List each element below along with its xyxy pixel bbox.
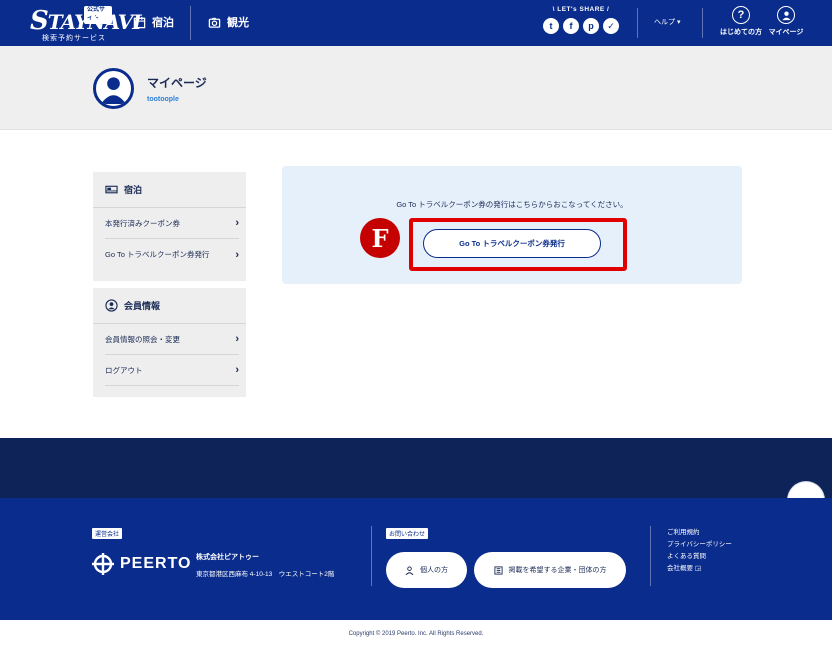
profile-banner: マイページ tootoople (0, 46, 832, 130)
share-block: \ LET's SHARE / t f p ✓ (540, 6, 622, 34)
logo-subtitle: 検索予約サービス (42, 35, 106, 42)
help-menu[interactable]: ヘルプ ▾ (654, 17, 680, 27)
chevron-right-icon: › (235, 333, 239, 345)
sidebar-item-label: ログアウト (105, 365, 143, 375)
sidebar-heading: 宿泊 (93, 172, 246, 208)
footer-divider (650, 526, 651, 586)
sidebar-item-logout[interactable]: ログアウト › (105, 355, 239, 386)
contact-individual-label: 個人の方 (420, 567, 448, 574)
logo-wordmark: STAYNAVI (30, 6, 142, 36)
sidebar-item-goto-coupon-issue[interactable]: Go To トラベルクーポン券発行 › (105, 239, 239, 270)
coupon-instruction: Go To トラベルクーポン券の発行はこちらからおこなってください。 (396, 200, 628, 209)
peerto-wordmark: PEERTO (120, 555, 192, 572)
contact-business-button[interactable]: 掲載を希望する企業・団体の方 (474, 552, 626, 588)
goto-coupon-issue-button[interactable]: Go To トラベルクーポン券発行 (423, 229, 601, 258)
annotation-marker: F (360, 218, 400, 258)
footer-link-faq[interactable]: よくある質問 (667, 551, 732, 563)
peerto-mark-icon (92, 553, 114, 575)
sidebar-item-label: 本発行済みクーポン券 (105, 218, 180, 228)
sidebar-item-member-info[interactable]: 会員情報の照会・変更 › (105, 324, 239, 355)
header-divider (702, 8, 703, 38)
chevron-right-icon: › (235, 364, 239, 376)
page-title: マイページ (147, 76, 207, 90)
person-icon (405, 565, 414, 575)
pinterest-icon[interactable]: p (583, 18, 599, 34)
nav-divider (190, 6, 191, 40)
first-time-button[interactable]: ? はじめての方 (718, 6, 764, 37)
company-name: 株式会社ピアトゥー (196, 554, 259, 561)
member-icon (105, 299, 118, 312)
first-time-label: はじめての方 (720, 29, 762, 36)
contact-business-label: 掲載を希望する企業・団体の方 (508, 567, 607, 574)
nav-sightseeing-label: 観光 (227, 17, 249, 29)
staynavi-logo[interactable]: 公式サイト STAYNAVI 検索予約サービス (30, 4, 142, 42)
share-title: \ LET's SHARE / (552, 6, 610, 13)
sidebar-heading-label: 宿泊 (124, 185, 143, 195)
sidebar-lodging: 宿泊 本発行済みクーポン券 › Go To トラベルクーポン券発行 › (93, 172, 246, 281)
footer-band (0, 438, 832, 498)
footer-link-privacy[interactable]: プライバシーポリシー (667, 539, 732, 551)
twitter-icon[interactable]: t (543, 18, 559, 34)
bed-icon (105, 185, 118, 193)
sidebar-item-label: 会員情報の照会・変更 (105, 334, 180, 344)
peerto-logo[interactable]: PEERTO (92, 553, 192, 575)
chevron-right-icon: › (235, 248, 239, 261)
calendar-icon (133, 16, 146, 28)
sidebar-heading: 会員情報 (93, 288, 246, 324)
nav-lodging[interactable]: 宿泊 (133, 14, 174, 30)
avatar (93, 68, 134, 109)
operator-tag: 運営会社 (92, 528, 123, 539)
username: tootoople (147, 96, 179, 103)
sidebar-item-label: Go To トラベルクーポン券発行 (105, 250, 210, 259)
sidebar-item-issued-coupons[interactable]: 本発行済みクーポン券 › (105, 208, 239, 239)
footer-divider (371, 526, 372, 586)
building-icon (493, 565, 503, 575)
external-link-icon: ◲ (694, 565, 701, 572)
user-icon (777, 6, 795, 24)
footer-link-company[interactable]: 会社概要 ◲ (667, 563, 732, 575)
contact-tag: お問い合わせ (386, 528, 429, 539)
sidebar-member: 会員情報 会員情報の照会・変更 › ログアウト › (93, 288, 246, 397)
header-divider (637, 8, 638, 38)
camera-icon (208, 17, 221, 28)
footer-links: ご利用規約 プライバシーポリシー よくある質問 会社概要 ◲ (667, 527, 732, 575)
mypage-button[interactable]: マイページ (766, 6, 806, 37)
mypage-label: マイページ (768, 29, 804, 36)
nav-sightseeing[interactable]: 観光 (208, 14, 249, 30)
chevron-right-icon: › (235, 217, 239, 229)
nav-lodging-label: 宿泊 (152, 17, 174, 29)
copyright: Copyright © 2019 Peerto. Inc. All Rights… (348, 631, 484, 637)
pocket-icon[interactable]: ✓ (603, 18, 619, 34)
footer: 運営会社 PEERTO 株式会社ピアトゥー 東京都港区西麻布 4-10-13 ウ… (0, 498, 832, 620)
sidebar-heading-label: 会員情報 (124, 301, 161, 311)
contact-individual-button[interactable]: 個人の方 (386, 552, 467, 588)
footer-link-terms[interactable]: ご利用規約 (667, 527, 732, 539)
question-icon: ? (732, 6, 750, 24)
site-header: 公式サイト STAYNAVI 検索予約サービス 宿泊 観光 \ LET's SH… (0, 0, 832, 46)
company-address: 東京都港区西麻布 4-10-13 ウエストコート2階 (196, 571, 335, 578)
facebook-icon[interactable]: f (563, 18, 579, 34)
